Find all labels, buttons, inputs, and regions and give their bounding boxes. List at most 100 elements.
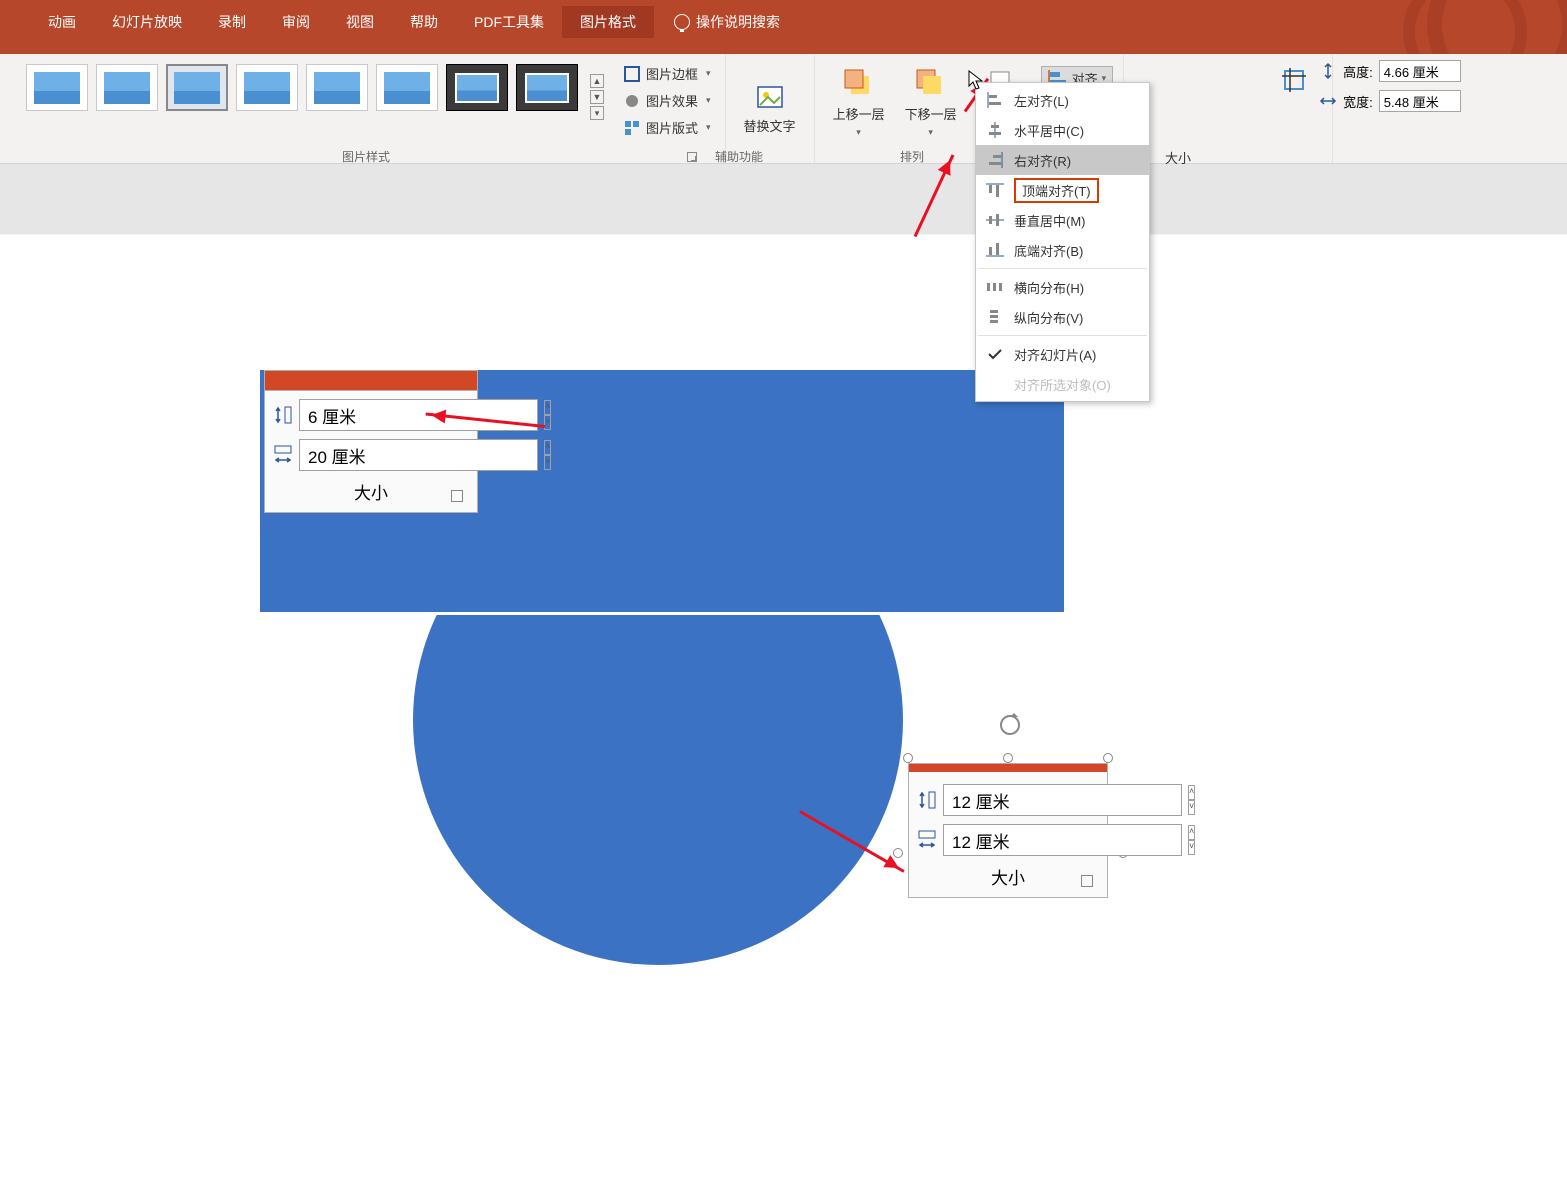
send-backward-icon	[915, 68, 947, 100]
slide-canvas[interactable]: ˄˅ ˄˅ 大小 ˄˅ ˄˅ 大小	[0, 235, 1567, 1184]
picture-effects-button[interactable]: 图片效果▾	[620, 89, 715, 112]
width-icon	[1319, 92, 1337, 110]
picture-effects-label: 图片效果	[646, 91, 698, 110]
tab-record[interactable]: 录制	[200, 6, 264, 38]
align-top-icon	[986, 182, 1004, 198]
picture-format-options: 图片边框▾ 图片效果▾ 图片版式▾	[610, 54, 726, 163]
effects-icon	[624, 93, 640, 109]
send-backward-label: 下移一层	[905, 104, 957, 123]
menu-align-slide-label: 对齐幻灯片(A)	[1014, 345, 1096, 364]
height-icon	[1319, 62, 1337, 80]
menu-align-left[interactable]: 左对齐(L)	[976, 85, 1149, 115]
align-middle-v-icon	[986, 212, 1004, 228]
size-popup-circle: ˄˅ ˄˅ 大小	[908, 763, 1108, 898]
popup-header-1	[265, 371, 477, 391]
style-thumb-2[interactable]	[96, 64, 158, 111]
circle-height-input[interactable]	[943, 784, 1182, 816]
bring-forward-icon	[843, 68, 875, 100]
picture-styles-gallery: ▲▼▾	[20, 54, 610, 163]
style-thumb-5[interactable]	[306, 64, 368, 111]
ribbon: ▲▼▾ 图片边框▾ 图片效果▾ 图片版式▾ 替换文字 上移一层▾	[0, 54, 1567, 164]
style-thumb-1[interactable]	[26, 64, 88, 111]
menu-align-middle-v[interactable]: 垂直居中(M)	[976, 205, 1149, 235]
menu-align-right[interactable]: 右对齐(R)	[976, 145, 1149, 175]
menu-align-selection: 对齐所选对象(O)	[976, 369, 1149, 399]
aux-group-label: 辅助功能	[715, 148, 763, 165]
align-center-h-icon	[986, 122, 1004, 138]
menu-dist-v[interactable]: 纵向分布(V)	[976, 302, 1149, 332]
alt-text-group: 替换文字	[726, 54, 815, 163]
picture-layout-label: 图片版式	[646, 118, 698, 137]
picture-border-button[interactable]: 图片边框▾	[620, 62, 715, 85]
size-popup-rect: ˄˅ ˄˅ 大小	[264, 370, 478, 513]
height-icon	[273, 404, 293, 426]
menu-align-middle-v-label: 垂直居中(M)	[1014, 211, 1086, 230]
menu-dist-h[interactable]: 横向分布(H)	[976, 272, 1149, 302]
picture-layout-button[interactable]: 图片版式▾	[620, 116, 715, 139]
style-thumb-8[interactable]	[516, 64, 578, 111]
align-bottom-icon	[986, 242, 1004, 258]
circle-width-input[interactable]	[943, 824, 1182, 856]
tab-review[interactable]: 审阅	[264, 6, 328, 38]
menu-align-right-label: 右对齐(R)	[1014, 151, 1071, 170]
menu-align-left-label: 左对齐(L)	[1014, 91, 1069, 110]
blank-icon	[986, 376, 1004, 392]
width-icon	[917, 829, 937, 851]
bring-forward-button[interactable]: 上移一层▾	[825, 62, 893, 144]
rect-width-spin[interactable]: ˄˅	[544, 440, 551, 470]
tab-pdf[interactable]: PDF工具集	[456, 6, 562, 38]
tab-picture-format[interactable]: 图片格式	[562, 6, 654, 38]
tab-help[interactable]: 帮助	[392, 6, 456, 38]
style-thumb-7[interactable]	[446, 64, 508, 111]
header-decoration	[1067, 0, 1567, 54]
rect-size-launcher[interactable]	[451, 490, 463, 502]
sel-handle-tm[interactable]	[1003, 753, 1013, 763]
check-icon	[986, 346, 1004, 362]
arrange-group-label: 排列	[900, 148, 924, 165]
height-label: 高度:	[1343, 62, 1373, 81]
layout-icon	[624, 120, 640, 136]
menu-align-top-label: 顶端对齐(T)	[1022, 184, 1091, 199]
crop-icon	[1282, 68, 1314, 100]
width-icon	[273, 444, 293, 466]
menu-align-center-h[interactable]: 水平居中(C)	[976, 115, 1149, 145]
cursor-icon	[968, 70, 986, 92]
menu-align-bottom[interactable]: 底端对齐(B)	[976, 235, 1149, 265]
tab-view[interactable]: 视图	[328, 6, 392, 38]
width-input[interactable]	[1379, 90, 1461, 112]
tab-animation[interactable]: 动画	[30, 6, 94, 38]
gallery-scroll[interactable]: ▲▼▾	[590, 74, 604, 120]
alt-text-icon	[754, 83, 786, 115]
tab-slideshow[interactable]: 幻灯片放映	[94, 6, 200, 38]
style-thumb-4[interactable]	[236, 64, 298, 111]
picture-border-label: 图片边框	[646, 64, 698, 83]
style-thumb-6[interactable]	[376, 64, 438, 111]
tell-me-text: 操作说明搜索	[696, 12, 780, 32]
menu-align-bottom-label: 底端对齐(B)	[1014, 241, 1083, 260]
width-label: 宽度:	[1343, 92, 1373, 111]
rect-width-input[interactable]	[299, 439, 538, 471]
bulb-icon	[674, 14, 690, 30]
circle-size-label: 大小	[917, 864, 1099, 889]
alt-text-label: 替换文字	[744, 119, 796, 135]
align-left-icon	[986, 92, 1004, 108]
menu-align-top[interactable]: 顶端对齐(T)	[976, 175, 1149, 205]
circle-height-spin[interactable]: ˄˅	[1188, 785, 1195, 815]
rotate-handle[interactable]	[1000, 715, 1020, 735]
circle-width-spin[interactable]: ˄˅	[1188, 825, 1195, 855]
menu-align-slide[interactable]: 对齐幻灯片(A)	[976, 339, 1149, 369]
quick-toolbar-strip	[0, 164, 1567, 234]
alt-text-button[interactable]: 替换文字	[736, 77, 804, 141]
menu-align-center-h-label: 水平居中(C)	[1014, 121, 1084, 140]
sel-handle-tl[interactable]	[903, 753, 913, 763]
tell-me-search[interactable]: 操作说明搜索	[674, 12, 780, 32]
align-right-icon	[986, 152, 1004, 168]
rect-height-input[interactable]	[299, 399, 538, 431]
rect-size-label: 大小	[273, 479, 469, 504]
style-thumb-3[interactable]	[166, 64, 228, 111]
circle-size-launcher[interactable]	[1081, 875, 1093, 887]
styles-launcher[interactable]	[687, 152, 697, 162]
sel-handle-tr[interactable]	[1103, 753, 1113, 763]
send-backward-button[interactable]: 下移一层▾	[897, 62, 965, 144]
height-input[interactable]	[1379, 60, 1461, 82]
